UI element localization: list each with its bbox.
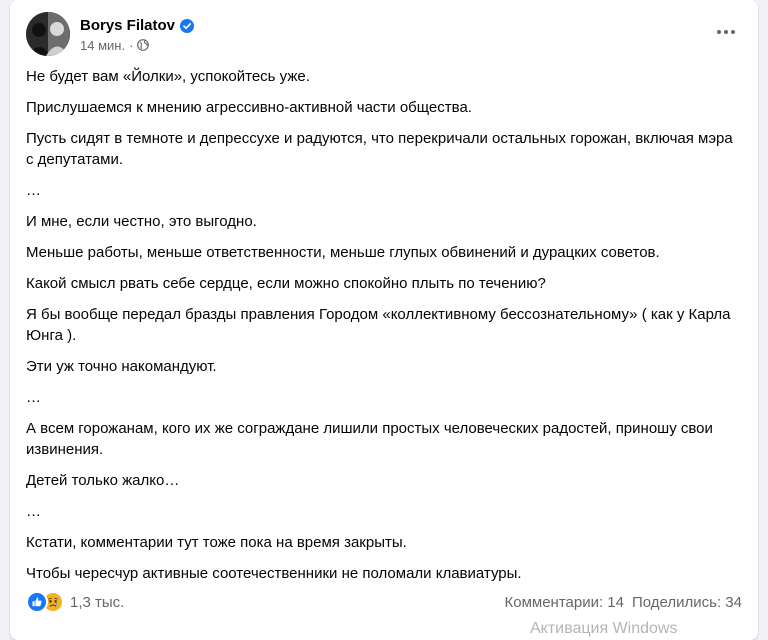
post-paragraph: Эти уж точно накомандуют. (26, 358, 217, 375)
separator-dot: · (129, 37, 134, 53)
reactions-count: 1,3 тыс. (70, 593, 125, 611)
post-footer: 1,3 тыс. Комментарии: 14 Поделились: 34 (26, 589, 742, 615)
post-paragraph: Пусть сидят в темноте и депрессухе и рад… (26, 130, 733, 168)
windows-activation-watermark: Активация Windows (530, 620, 678, 637)
post-paragraph: … (26, 389, 41, 406)
post-meta: Borys Filatov 14 мин. · (80, 16, 195, 53)
author-avatar[interactable] (26, 12, 70, 56)
post-paragraph: Не будет вам «Йолки», успокойтесь уже. (26, 68, 310, 85)
post-header: Borys Filatov 14 мин. · (26, 12, 195, 56)
post-paragraph: Какой смысл рвать себе сердце, если можн… (26, 275, 546, 292)
more-dot (731, 30, 735, 34)
post-timestamp[interactable]: 14 мин. (80, 38, 125, 53)
post-paragraph: … (26, 503, 41, 520)
post-paragraph: Кстати, комментарии тут тоже пока на вре… (26, 534, 407, 551)
more-dot (724, 30, 728, 34)
globe-icon (137, 39, 150, 51)
post-paragraph: Прислушаемся к мнению агрессивно-активно… (26, 99, 472, 116)
post-paragraph: Детей только жалко… (26, 472, 180, 489)
author-name[interactable]: Borys Filatov (80, 17, 175, 34)
post-paragraph: Меньше работы, меньше ответственности, м… (26, 244, 660, 261)
post-card: Borys Filatov 14 мин. · Не будет вам «Йо… (10, 0, 758, 640)
like-reaction-icon (26, 591, 48, 613)
post-paragraph: А всем горожанам, кого их же сограждане … (26, 420, 713, 458)
post-subline: 14 мин. · (80, 38, 194, 53)
post-paragraph: Я бы вообще передал бразды правления Гор… (26, 306, 731, 344)
post-body: Не будет вам «Йолки», успокойтесь уже. П… (26, 66, 742, 594)
comments-count-link[interactable]: Комментарии: 14 (505, 594, 625, 611)
post-paragraph: Чтобы чересчур активные соотечественники… (26, 565, 522, 582)
post-paragraph: … (26, 182, 41, 199)
post-paragraph: И мне, если честно, это выгодно. (26, 213, 257, 230)
more-dot (717, 30, 721, 34)
more-options-icon[interactable] (708, 18, 744, 46)
shares-count-link[interactable]: Поделились: 34 (632, 594, 742, 611)
reactions-summary[interactable]: 1,3 тыс. (26, 591, 124, 613)
author-row: Borys Filatov (80, 16, 195, 36)
verified-badge-icon (180, 18, 195, 33)
